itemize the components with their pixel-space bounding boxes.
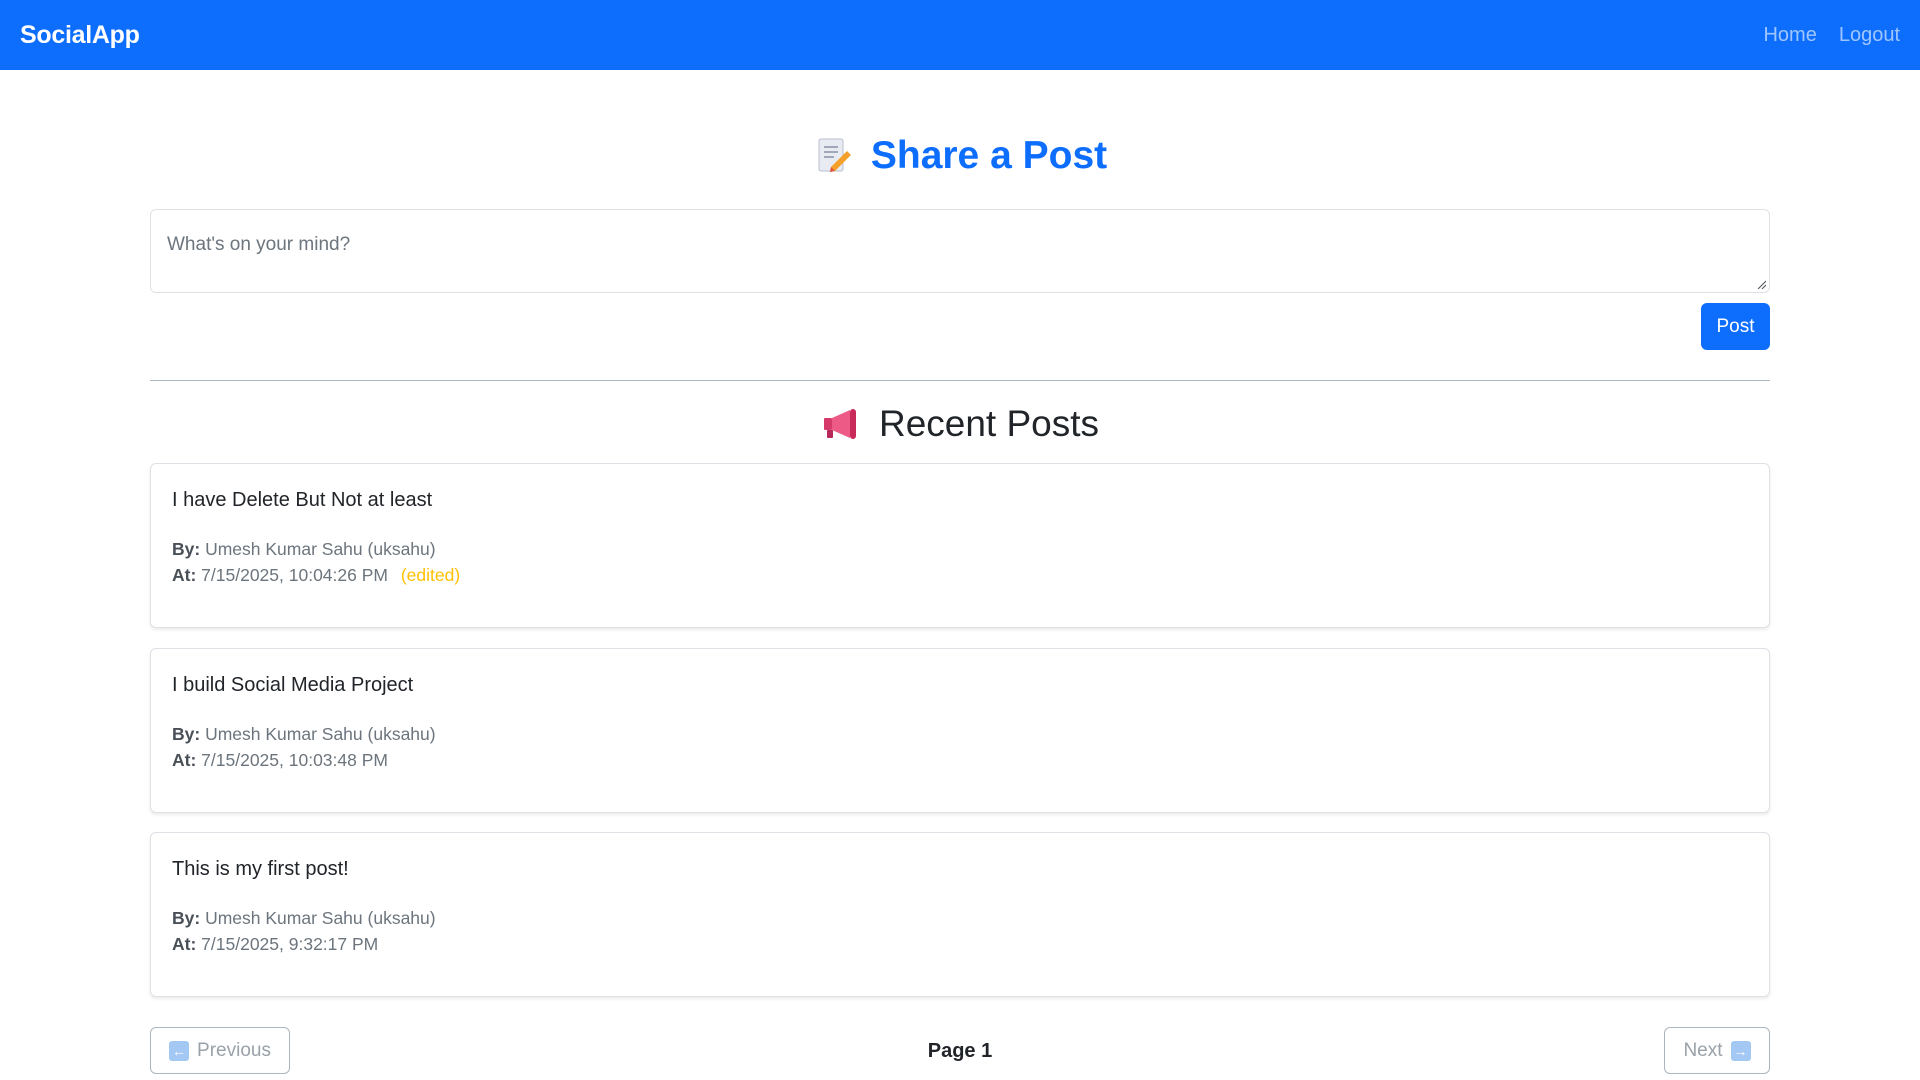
- by-label: By:: [172, 724, 201, 744]
- post-timestamp: 7/15/2025, 10:04:26 PM: [201, 565, 388, 585]
- by-label: By:: [172, 539, 201, 559]
- recent-posts-heading: Recent Posts: [150, 400, 1770, 448]
- resize-handle-icon[interactable]: [1756, 279, 1766, 289]
- main-container: Share a Post What's on your mind? Post R…: [150, 0, 1770, 1080]
- post-card: This is my first post! By: Umesh Kumar S…: [150, 832, 1770, 997]
- post-author-line: By: Umesh Kumar Sahu (uksahu): [172, 905, 436, 931]
- right-arrow-icon: →: [1730, 1040, 1751, 1061]
- post-card: I build Social Media Project By: Umesh K…: [150, 648, 1770, 813]
- nav-link-home[interactable]: Home: [1763, 24, 1816, 47]
- memo-icon: [813, 136, 853, 176]
- post-button[interactable]: Post: [1701, 303, 1770, 350]
- edited-badge: (edited): [400, 565, 461, 585]
- post-textarea-placeholder: What's on your mind?: [167, 234, 351, 255]
- post-textarea[interactable]: What's on your mind?: [150, 209, 1770, 293]
- post-meta: By: Umesh Kumar Sahu (uksahu) At: 7/15/2…: [172, 536, 460, 588]
- post-author: Umesh Kumar Sahu (uksahu): [205, 908, 436, 928]
- page-indicator: Page 1: [927, 1040, 993, 1062]
- post-author: Umesh Kumar Sahu (uksahu): [205, 539, 436, 559]
- post-time-line: At: 7/15/2025, 10:04:26 PM (edited): [172, 562, 460, 588]
- at-label: At:: [172, 934, 197, 954]
- post-timestamp: 7/15/2025, 10:03:48 PM: [201, 750, 388, 770]
- next-button[interactable]: Next →: [1664, 1027, 1770, 1074]
- post-author: Umesh Kumar Sahu (uksahu): [205, 724, 436, 744]
- post-author-line: By: Umesh Kumar Sahu (uksahu): [172, 721, 436, 747]
- at-label: At:: [172, 565, 197, 585]
- post-meta: By: Umesh Kumar Sahu (uksahu) At: 7/15/2…: [172, 721, 436, 773]
- post-content: I have Delete But Not at least: [172, 489, 433, 511]
- post-content: This is my first post!: [172, 858, 349, 880]
- share-post-title: Share a Post: [870, 134, 1108, 177]
- by-label: By:: [172, 908, 201, 928]
- post-timestamp: 7/15/2025, 9:32:17 PM: [201, 934, 379, 954]
- section-divider: [150, 380, 1770, 381]
- post-time-line: At: 7/15/2025, 10:03:48 PM: [172, 747, 436, 773]
- post-content: I build Social Media Project: [172, 674, 414, 696]
- post-meta: By: Umesh Kumar Sahu (uksahu) At: 7/15/2…: [172, 905, 436, 957]
- recent-posts-title: Recent Posts: [878, 403, 1100, 444]
- post-time-line: At: 7/15/2025, 9:32:17 PM: [172, 931, 436, 957]
- brand-logo[interactable]: SocialApp: [20, 21, 140, 50]
- megaphone-icon: [821, 404, 861, 444]
- next-label: Next: [1683, 1039, 1723, 1061]
- at-label: At:: [172, 750, 197, 770]
- post-card: I have Delete But Not at least By: Umesh…: [150, 463, 1770, 628]
- nav-link-logout[interactable]: Logout: [1839, 24, 1900, 47]
- nav-links: Home Logout: [1763, 24, 1900, 47]
- post-author-line: By: Umesh Kumar Sahu (uksahu): [172, 536, 460, 562]
- share-post-heading: Share a Post: [150, 132, 1770, 180]
